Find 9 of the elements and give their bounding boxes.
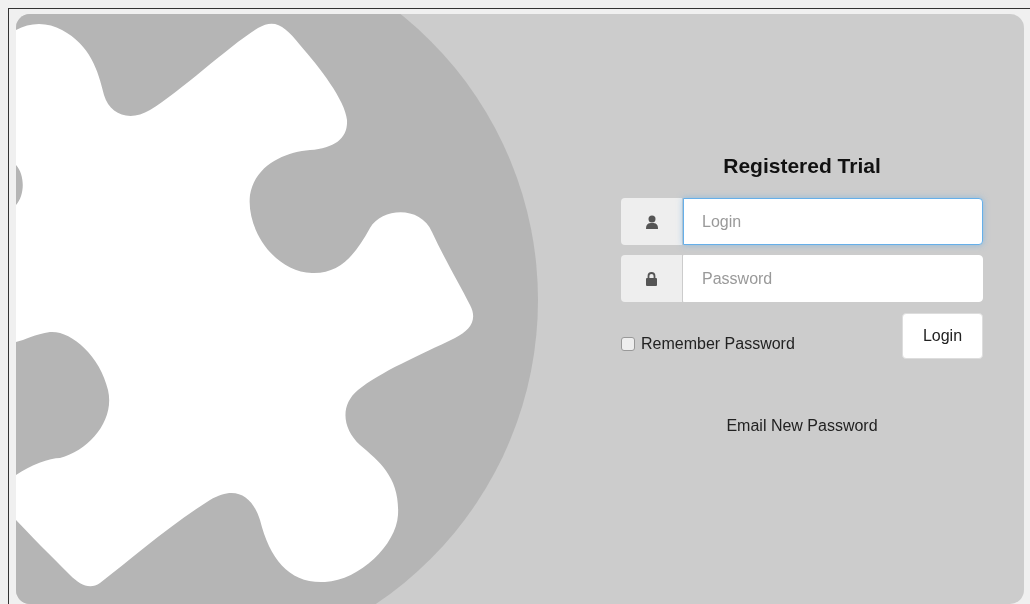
form-title: Registered Trial <box>723 153 881 179</box>
remember-checkbox[interactable] <box>621 337 635 351</box>
login-field[interactable]: Login <box>683 198 983 245</box>
password-field[interactable]: Password <box>683 255 983 302</box>
login-button[interactable]: Login <box>902 313 983 359</box>
user-icon <box>645 214 658 229</box>
email-new-password-link[interactable]: Email New Password <box>726 414 878 438</box>
remember-label: Remember Password <box>641 334 795 354</box>
lock-icon <box>646 271 657 286</box>
